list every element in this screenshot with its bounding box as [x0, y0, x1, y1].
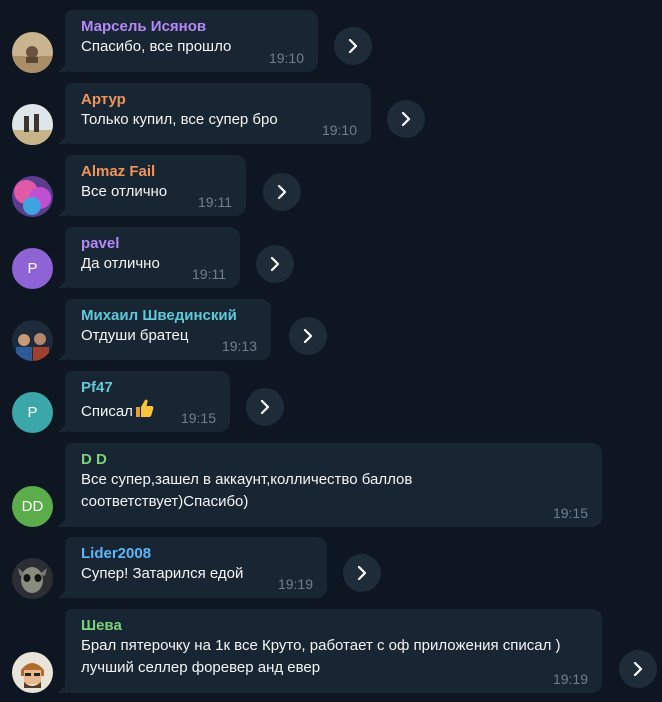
forward-button[interactable]: [387, 100, 425, 138]
avatar[interactable]: P: [12, 248, 53, 289]
avatar-initials: DD: [21, 498, 44, 515]
forward-button[interactable]: [256, 245, 294, 283]
message-bubble: Almaz Fail Все отлично 19:11: [65, 155, 246, 216]
avatar[interactable]: [12, 176, 53, 217]
chevron-right-icon: [357, 566, 367, 580]
message-time: 19:10: [268, 50, 304, 66]
message-time: 19:11: [192, 266, 226, 282]
forward-button[interactable]: [263, 173, 301, 211]
message-text-content: Списал: [81, 403, 133, 420]
chevron-right-icon: [260, 400, 270, 414]
message-time: 19:11: [198, 194, 232, 210]
sender-name[interactable]: pavel: [81, 234, 224, 253]
sender-name[interactable]: Lider2008: [81, 544, 311, 563]
sender-name[interactable]: Михаил Швединский: [81, 306, 255, 325]
chevron-right-icon: [348, 39, 358, 53]
message-bubble: Pf47 Списал 19:15: [65, 371, 230, 432]
message-time: 19:13: [221, 338, 257, 354]
sender-name[interactable]: Pf47: [81, 378, 214, 397]
sender-name[interactable]: Марсель Исянов: [81, 17, 302, 36]
sender-name[interactable]: D D: [81, 450, 586, 469]
forward-button[interactable]: [343, 554, 381, 592]
message-bubble: pavel Да отлично 19:11: [65, 227, 240, 288]
avatar[interactable]: [12, 652, 53, 693]
message-text: Брал пятерочку на 1к все Круто, работает…: [81, 637, 561, 676]
message-bubble: Lider2008 Супер! Затарился едой 19:19: [65, 537, 327, 598]
message-time: 19:19: [277, 576, 313, 592]
chevron-right-icon: [633, 662, 643, 676]
avatar[interactable]: [12, 104, 53, 145]
avatar-initials: P: [27, 260, 38, 277]
avatar[interactable]: DD: [12, 486, 53, 527]
forward-button[interactable]: [619, 650, 657, 688]
message-time: 19:15: [180, 410, 216, 426]
message-time: 19:10: [321, 122, 357, 138]
message-text: Только купил, все супер бро: [81, 111, 278, 128]
message-bubble: Марсель Исянов Спасибо, все прошло 19:10: [65, 10, 318, 72]
message-bubble: Михаил Швединский Отдуши братец 19:13: [65, 299, 271, 360]
message-bubble: Артур Только купил, все супер бро 19:10: [65, 83, 371, 144]
chevron-right-icon: [303, 329, 313, 343]
chevron-right-icon: [270, 257, 280, 271]
chevron-right-icon: [277, 185, 287, 199]
forward-button[interactable]: [246, 388, 284, 426]
sender-name[interactable]: Артур: [81, 90, 355, 109]
thumbs-up-emoji-icon: [133, 397, 155, 426]
avatar[interactable]: [12, 32, 53, 73]
sender-name[interactable]: Almaz Fail: [81, 162, 230, 181]
message-text: Все супер,зашел в аккаунт,колличество ба…: [81, 471, 413, 510]
chevron-right-icon: [401, 112, 411, 126]
sender-name[interactable]: Шева: [81, 616, 586, 635]
avatar[interactable]: [12, 558, 53, 599]
avatar-initials: P: [27, 404, 38, 421]
avatar[interactable]: [12, 320, 53, 361]
message-text: Супер! Затарился едой: [81, 565, 244, 582]
message-bubble: D D Все супер,зашел в аккаунт,колличеств…: [65, 443, 602, 527]
forward-button[interactable]: [334, 27, 372, 65]
message-bubble: Шева Брал пятерочку на 1к все Круто, раб…: [65, 609, 602, 693]
message-time: 19:15: [552, 505, 588, 521]
avatar[interactable]: P: [12, 392, 53, 433]
forward-button[interactable]: [289, 317, 327, 355]
message-time: 19:19: [552, 671, 588, 687]
